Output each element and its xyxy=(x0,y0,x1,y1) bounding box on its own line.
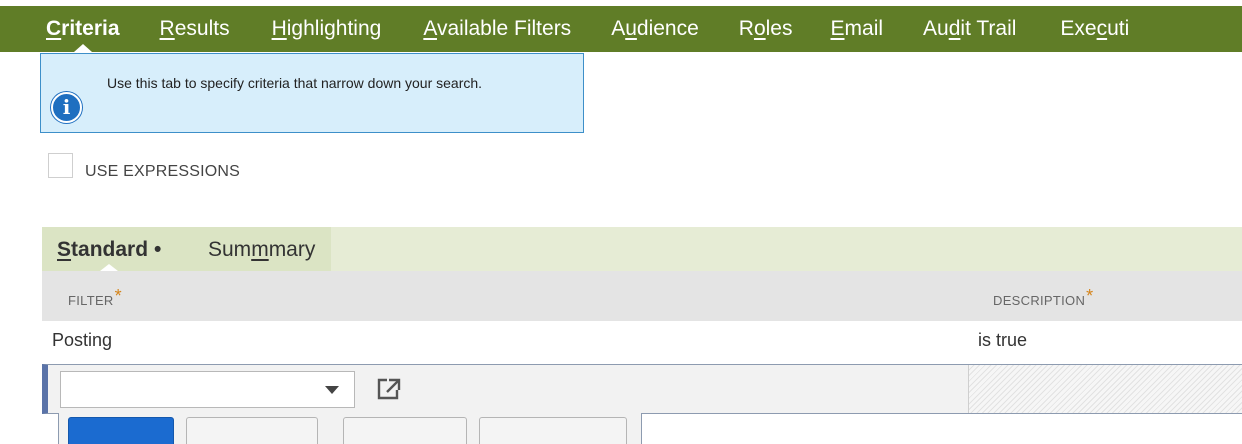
column-header-filter: FILTER* xyxy=(68,286,122,308)
filter-cell: Posting xyxy=(52,330,113,350)
new-criteria-row xyxy=(42,364,1242,414)
criteria-table-header: FILTER* DESCRIPTION* xyxy=(42,271,1242,321)
row-action-buttons xyxy=(58,413,642,444)
tab-email[interactable]: Email xyxy=(831,6,884,52)
open-in-new-icon[interactable] xyxy=(375,376,403,402)
info-message: i Use this tab to specify criteria that … xyxy=(40,53,584,133)
use-expressions-option: USE EXPRESSIONS xyxy=(48,153,240,181)
tab-highlighting[interactable]: Highlighting xyxy=(272,6,382,52)
top-tab-bar: Criteria Results Highlighting Available … xyxy=(0,0,1242,52)
tab-audit-trail[interactable]: Audit Trail xyxy=(923,6,1016,52)
column-header-description: DESCRIPTION* xyxy=(993,286,1094,308)
use-expressions-label: USE EXPRESSIONS xyxy=(85,163,241,180)
tab-available-filters[interactable]: Available Filters xyxy=(423,6,571,52)
remove-button[interactable] xyxy=(479,417,627,444)
cancel-button[interactable] xyxy=(186,417,318,444)
tab-execution[interactable]: Executi xyxy=(1060,6,1129,52)
add-button[interactable] xyxy=(68,417,174,444)
info-icon: i xyxy=(51,92,82,123)
tab-results[interactable]: Results xyxy=(160,6,230,52)
chevron-down-icon[interactable] xyxy=(325,386,339,394)
subtab-standard[interactable]: Standard • xyxy=(57,227,161,271)
filter-select[interactable] xyxy=(60,371,355,408)
required-marker: * xyxy=(114,286,122,306)
description-cell: is true xyxy=(978,330,1028,350)
tab-audience[interactable]: Audience xyxy=(611,6,699,52)
subtab-summary[interactable]: Summmary xyxy=(208,227,315,271)
description-cell-disabled xyxy=(968,365,1242,413)
modified-dot: • xyxy=(154,238,162,261)
info-text: Use this tab to specify criteria that na… xyxy=(107,75,483,91)
criteria-subtab-bar: Standard • Summmary xyxy=(42,227,1242,271)
tab-roles[interactable]: Roles xyxy=(739,6,793,52)
tab-criteria[interactable]: Criteria xyxy=(46,6,120,52)
required-marker: * xyxy=(1086,286,1094,306)
table-row[interactable]: Posting is true xyxy=(42,321,1242,364)
insert-button[interactable] xyxy=(343,417,467,444)
use-expressions-checkbox[interactable] xyxy=(48,153,73,178)
